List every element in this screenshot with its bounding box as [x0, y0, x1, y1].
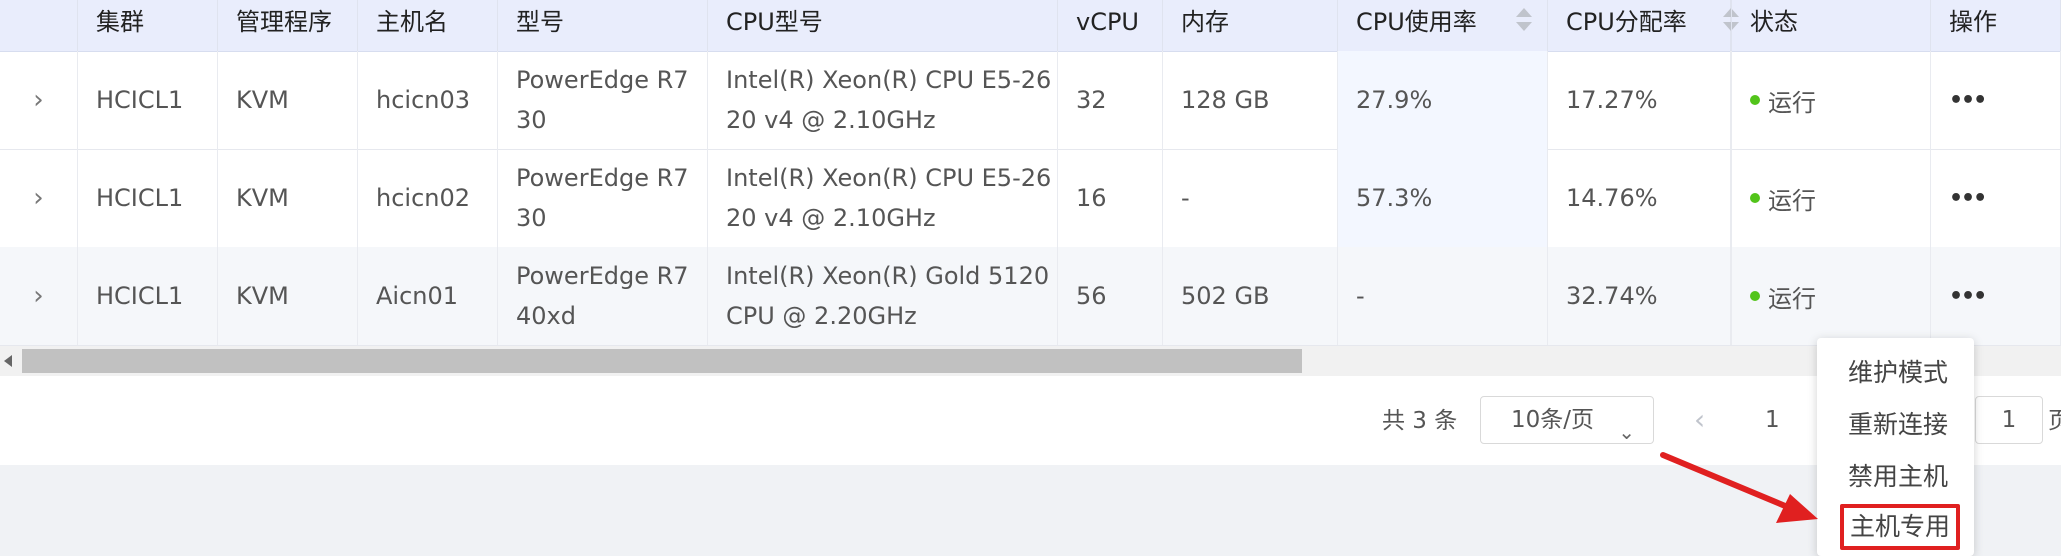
cell-hypervisor: KVM: [218, 149, 358, 247]
cell-model: PowerEdge R7 30: [498, 149, 708, 247]
cell-status: 运行: [1731, 247, 1931, 345]
header-hypervisor: 管理程序: [218, 0, 358, 51]
cell-vcpu: 16: [1058, 149, 1163, 247]
status-text: 运行: [1768, 88, 1816, 117]
more-icon[interactable]: •••: [1949, 186, 1987, 211]
table-row: › HCICL1 KVM hcicn03 PowerEdge R7 30 Inte…: [0, 51, 2061, 150]
cell-memory: 502 GB: [1163, 247, 1338, 345]
more-icon[interactable]: •••: [1949, 284, 1987, 309]
cell-cpu-alloc: 14.76%: [1548, 149, 1731, 247]
model-line: PowerEdge R7: [516, 164, 689, 192]
cell-cpu-model: Intel(R) Xeon(R) CPU E5-26 20 v4 @ 2.10GH…: [708, 149, 1058, 247]
scrollbar-thumb[interactable]: [22, 349, 1302, 373]
chevron-right-icon: ›: [33, 281, 44, 311]
cell-vcpu: 56: [1058, 247, 1163, 345]
cell-status: 运行: [1731, 51, 1931, 149]
cell-hostname: hcicn03: [358, 51, 498, 149]
page-jump-input[interactable]: 1: [1975, 396, 2043, 444]
model-line: PowerEdge R7: [516, 66, 689, 94]
chevron-right-icon: ›: [33, 183, 44, 213]
chevron-right-icon: ›: [33, 85, 44, 115]
cell-actions: •••: [1931, 247, 2061, 345]
cpu-model-line: CPU @ 2.20GHz: [726, 302, 917, 330]
cell-hypervisor: KVM: [218, 51, 358, 149]
header-hostname: 主机名: [358, 0, 498, 51]
cell-memory: -: [1163, 149, 1338, 247]
scroll-left-icon[interactable]: [4, 355, 12, 367]
cell-hostname: hcicn02: [358, 149, 498, 247]
cell-cpu-usage: -: [1338, 247, 1548, 345]
model-line: 30: [516, 106, 547, 134]
model-line: PowerEdge R7: [516, 262, 689, 290]
header-cpu-model: CPU型号: [708, 0, 1058, 51]
expand-button[interactable]: ›: [0, 149, 78, 247]
header-cpu-usage[interactable]: CPU使用率: [1338, 0, 1548, 51]
header-vcpu: vCPU: [1058, 0, 1163, 51]
cell-vcpu: 32: [1058, 51, 1163, 149]
menu-item-reconnect[interactable]: 重新连接: [1848, 405, 1948, 445]
header-cpu-alloc[interactable]: CPU分配率: [1548, 0, 1739, 51]
total-count: 共 3 条: [1382, 408, 1458, 434]
chevron-down-icon: ⌄: [1618, 420, 1635, 444]
cpu-model-line: Intel(R) Xeon(R) Gold 5120: [726, 262, 1050, 290]
cell-memory: 128 GB: [1163, 51, 1338, 149]
cell-cpu-usage: 57.3%: [1338, 149, 1548, 247]
menu-item-maintenance-mode[interactable]: 维护模式: [1848, 353, 1948, 393]
header-status: 状态: [1731, 0, 1931, 51]
expand-button[interactable]: ›: [0, 51, 78, 149]
cell-model: PowerEdge R7 40xd: [498, 247, 708, 345]
cell-cluster: HCICL1: [78, 51, 218, 149]
model-line: 30: [516, 204, 547, 232]
page-size-value: 10条/页: [1511, 407, 1595, 433]
header-memory: 内存: [1163, 0, 1338, 51]
cell-hostname: Aicn01: [358, 247, 498, 345]
sort-icon[interactable]: [1516, 8, 1532, 34]
cell-cpu-alloc: 17.27%: [1548, 51, 1731, 149]
horizontal-scrollbar[interactable]: [0, 346, 2061, 376]
header-model: 型号: [498, 0, 708, 51]
cpu-model-line: 20 v4 @ 2.10GHz: [726, 204, 936, 232]
cell-cluster: HCICL1: [78, 247, 218, 345]
more-icon[interactable]: •••: [1949, 88, 1987, 113]
cell-cpu-usage: 27.9%: [1338, 51, 1548, 149]
cpu-model-line: 20 v4 @ 2.10GHz: [726, 106, 936, 134]
host-table: 集群 管理程序 主机名 型号 CPU型号 vCPU 内存 CPU使用率 CPU分…: [0, 0, 2061, 346]
table-header: 集群 管理程序 主机名 型号 CPU型号 vCPU 内存 CPU使用率 CPU分…: [0, 0, 2061, 52]
header-actions: 操作: [1931, 0, 2061, 51]
status-dot-icon: [1750, 193, 1760, 203]
cell-cpu-model: Intel(R) Xeon(R) CPU E5-26 20 v4 @ 2.10GH…: [708, 51, 1058, 149]
cell-cpu-alloc: 32.74%: [1548, 247, 1731, 345]
table-row: › HCICL1 KVM Aicn01 PowerEdge R7 40xd Int…: [0, 247, 2061, 346]
cell-cluster: HCICL1: [78, 149, 218, 247]
cell-actions: •••: [1931, 51, 2061, 149]
cell-cpu-model: Intel(R) Xeon(R) Gold 5120 CPU @ 2.20GHz: [708, 247, 1058, 345]
header-expand-col: [0, 0, 78, 51]
cpu-model-line: Intel(R) Xeon(R) CPU E5-26: [726, 164, 1052, 192]
cell-model: PowerEdge R7 30: [498, 51, 708, 149]
status-dot-icon: [1750, 95, 1760, 105]
menu-item-dedicated-host[interactable]: 主机专用: [1840, 504, 1961, 550]
cell-actions: •••: [1931, 149, 2061, 247]
menu-item-disable-host[interactable]: 禁用主机: [1848, 457, 1948, 497]
header-cpu-usage-label: CPU使用率: [1356, 8, 1477, 36]
page-jump-suffix: 页: [2048, 408, 2061, 434]
model-line: 40xd: [516, 302, 576, 330]
header-cluster: 集群: [78, 0, 218, 51]
page-size-select[interactable]: 10条/页 ⌄: [1480, 396, 1654, 444]
prev-page-icon[interactable]: ‹: [1694, 400, 1705, 440]
expand-button[interactable]: ›: [0, 247, 78, 345]
status-dot-icon: [1750, 291, 1760, 301]
table-row: › HCICL1 KVM hcicn02 PowerEdge R7 30 Inte…: [0, 149, 2061, 248]
status-text: 运行: [1768, 284, 1816, 313]
header-cpu-alloc-label: CPU分配率: [1566, 8, 1687, 36]
cell-hypervisor: KVM: [218, 247, 358, 345]
status-text: 运行: [1768, 186, 1816, 215]
cell-status: 运行: [1731, 149, 1931, 247]
content-panel: 集群 管理程序 主机名 型号 CPU型号 vCPU 内存 CPU使用率 CPU分…: [0, 0, 2061, 465]
cpu-model-line: Intel(R) Xeon(R) CPU E5-26: [726, 66, 1052, 94]
actions-dropdown-menu: 维护模式 重新连接 禁用主机 主机专用: [1817, 338, 1974, 556]
page-number[interactable]: 1: [1765, 400, 1780, 440]
